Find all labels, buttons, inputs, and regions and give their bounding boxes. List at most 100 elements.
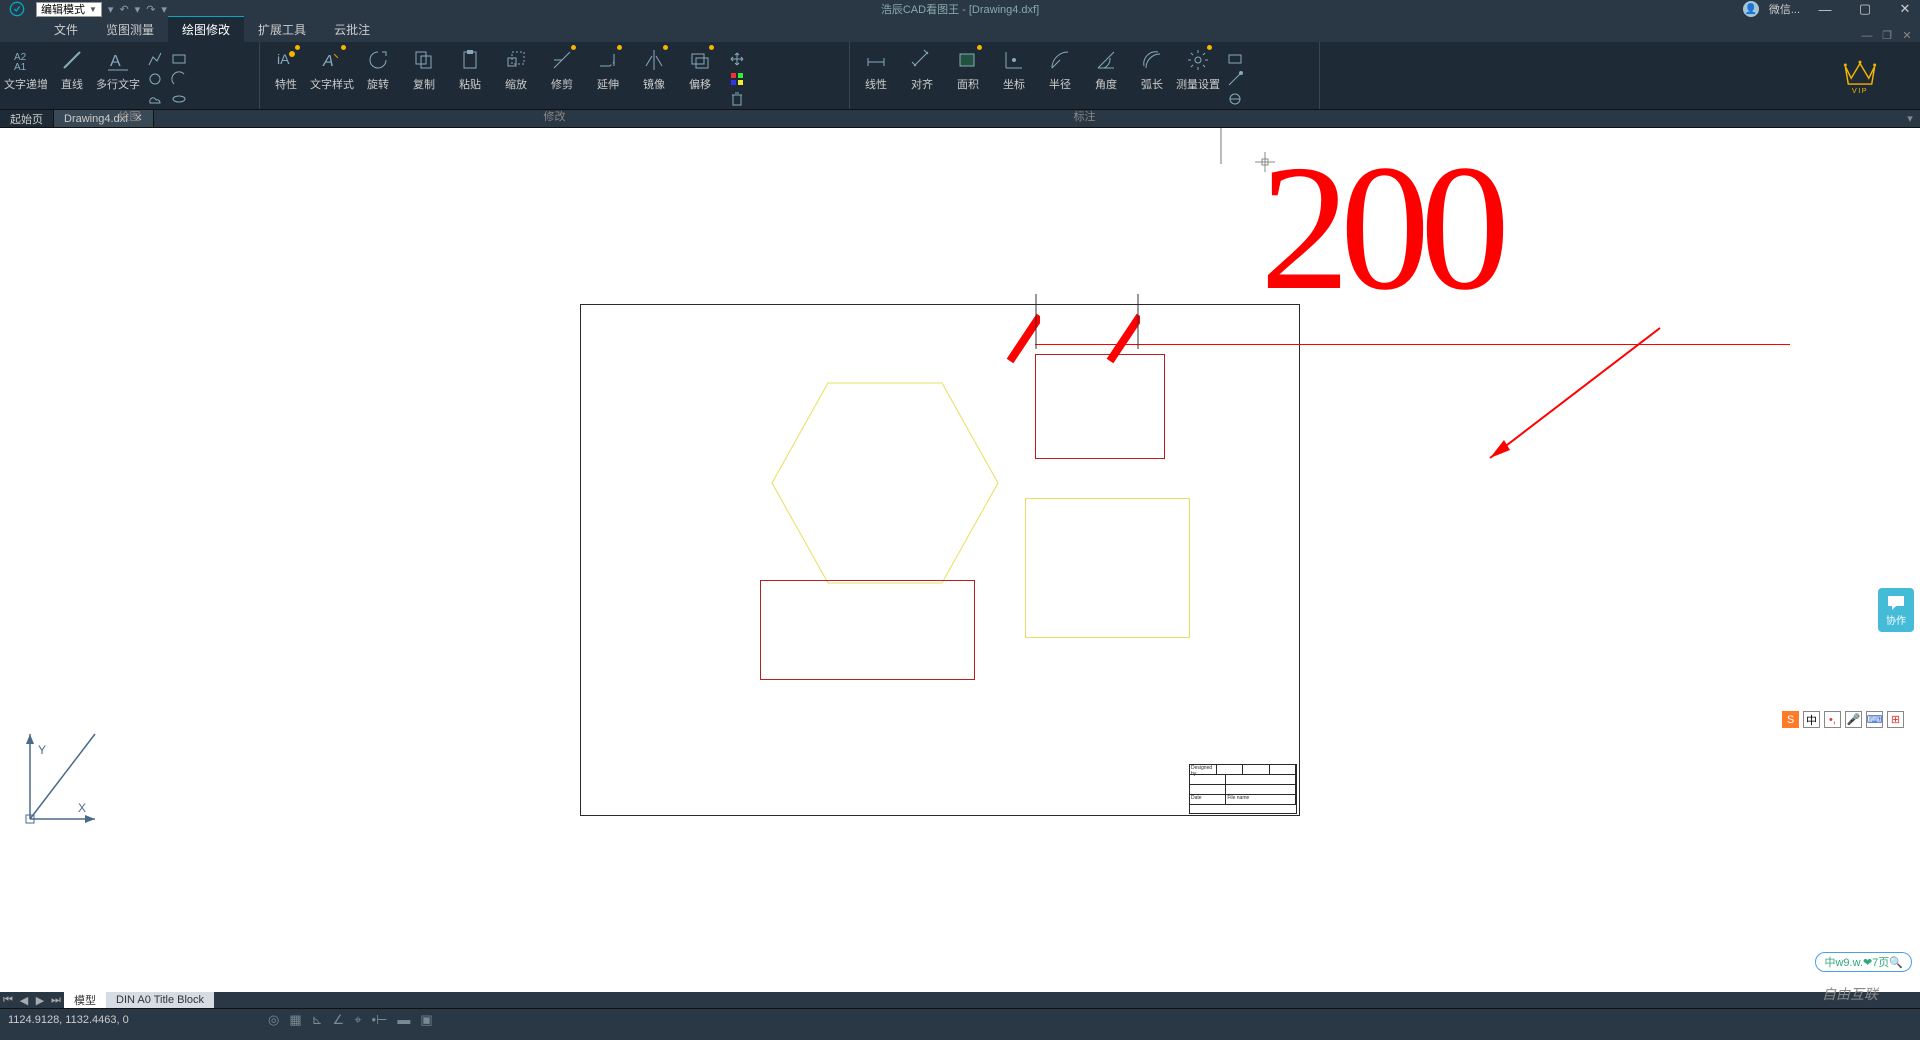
btn-dim-ordinate[interactable]: 坐标 <box>994 46 1034 92</box>
btn-dim-radius[interactable]: 半径 <box>1040 46 1080 92</box>
mtext-icon: A <box>104 46 132 74</box>
close-button[interactable]: ✕ <box>1890 0 1920 18</box>
dim-ext-line-1 <box>1032 294 1040 349</box>
btn-dim-linear[interactable]: 线性 <box>856 46 896 92</box>
model-layout-bar: ⏮ ◀ ▶ ⏭ 模型 DIN A0 Title Block 自由互联 <box>0 992 1920 1008</box>
menu-tab-extensions[interactable]: 扩展工具 <box>244 17 320 42</box>
sb-lineweight-icon[interactable]: ▬ <box>397 1012 410 1028</box>
maximize-button[interactable]: ▢ <box>1850 0 1880 18</box>
layout-first-icon[interactable]: ⏮ <box>0 994 16 1007</box>
rotate-icon <box>364 46 392 74</box>
collaboration-button[interactable]: 协作 <box>1878 588 1914 632</box>
dim-ordinate-icon <box>1000 46 1028 74</box>
qat-redo-drop-icon[interactable]: ▾ <box>161 3 167 16</box>
btn-text-style[interactable]: A 文字样式 <box>312 46 352 92</box>
menu-tab-view-measure[interactable]: 览图测量 <box>92 17 168 42</box>
layout-last-icon[interactable]: ⏭ <box>48 994 64 1007</box>
arc-icon[interactable] <box>168 70 190 88</box>
line-icon <box>58 46 86 74</box>
sub-close-icon[interactable]: ✕ <box>1898 29 1916 42</box>
ime-lang[interactable]: 中 <box>1803 711 1820 728</box>
drawing-canvas[interactable]: Designed by DateFile name 200 Y X <box>0 128 1920 992</box>
btn-copy[interactable]: 复制 <box>404 46 444 92</box>
sub-minimize-icon[interactable]: — <box>1858 30 1876 42</box>
btn-extend[interactable]: 延伸 <box>588 46 628 92</box>
cloud-icon[interactable] <box>144 90 166 108</box>
dim-angle-icon <box>1092 46 1120 74</box>
btn-properties[interactable]: iA 特性 <box>266 46 306 92</box>
copy-icon <box>410 46 438 74</box>
model-tab[interactable]: 模型 <box>64 992 106 1008</box>
doctabs-dropdown-icon[interactable]: ▾ <box>1900 112 1920 125</box>
ime-grid-icon[interactable]: ⊞ <box>1887 711 1904 728</box>
page-watermark-badge: 中w9.w.❤7页🔍 <box>1815 952 1912 972</box>
color-icon[interactable] <box>726 70 748 88</box>
qat-undo-icon[interactable]: ↶ <box>119 3 128 16</box>
btn-trim[interactable]: 修剪 <box>542 46 582 92</box>
qat-dropdown-icon[interactable]: ▾ <box>108 3 114 16</box>
btn-mirror[interactable]: 镜像 <box>634 46 674 92</box>
btn-measure-settings[interactable]: 测量设置 <box>1178 46 1218 92</box>
move-icon[interactable] <box>726 50 748 68</box>
circle-icon[interactable] <box>144 70 166 88</box>
dim-tool-3-icon[interactable] <box>1224 90 1246 108</box>
layout-prev-icon[interactable]: ◀ <box>16 994 32 1007</box>
sb-osnap-icon[interactable]: ⌖ <box>354 1012 361 1028</box>
draw-small-tools <box>144 46 190 108</box>
minimize-button[interactable]: — <box>1810 0 1840 18</box>
sub-restore-icon[interactable]: ❐ <box>1878 29 1896 42</box>
btn-dim-angle[interactable]: 角度 <box>1086 46 1126 92</box>
user-avatar-icon[interactable]: 👤 <box>1743 1 1759 17</box>
btn-line[interactable]: 直线 <box>52 46 92 92</box>
mode-select[interactable]: 编辑模式 <box>36 2 102 17</box>
qat-undo-drop-icon[interactable]: ▾ <box>135 3 141 16</box>
paste-icon <box>456 46 484 74</box>
menu-tab-draw-modify[interactable]: 绘图修改 <box>168 16 244 42</box>
btn-dim-arc[interactable]: 弧长 <box>1132 46 1172 92</box>
dim-tool-1-icon[interactable] <box>1224 50 1246 68</box>
btn-paste[interactable]: 粘贴 <box>450 46 490 92</box>
dim-area-icon <box>954 46 982 74</box>
share-wechat[interactable]: 微信... <box>1769 1 1800 17</box>
ellipse-icon[interactable] <box>168 90 190 108</box>
menu-tab-file[interactable]: 文件 <box>40 17 92 42</box>
ime-logo[interactable]: S <box>1782 711 1799 728</box>
coordinates-display: 1124.9128, 1132.4463, 0 <box>8 1014 188 1026</box>
btn-rotate[interactable]: 旋转 <box>358 46 398 92</box>
sb-ortho-icon[interactable]: ⊾ <box>312 1012 323 1028</box>
dim-small-tools <box>1224 46 1246 108</box>
svg-text:A1: A1 <box>14 62 27 72</box>
dim-tool-2-icon[interactable] <box>1224 70 1246 88</box>
sb-snap-icon[interactable]: ◎ <box>268 1012 279 1028</box>
sb-model-icon[interactable]: ▣ <box>420 1012 432 1028</box>
dim-linear-icon <box>862 46 890 74</box>
ribbon-group-dimension: 线性 对齐 面积 坐标 半径 角度 <box>850 42 1320 109</box>
svg-text:iA: iA <box>277 51 290 67</box>
btn-text-increment[interactable]: A2A1 文字递增 <box>6 46 46 92</box>
menu-tab-cloud-annotate[interactable]: 云批注 <box>320 17 384 42</box>
settings-icon <box>1184 46 1212 74</box>
scale-icon <box>502 46 530 74</box>
btn-dim-area[interactable]: 面积 <box>948 46 988 92</box>
delete-icon[interactable] <box>726 90 748 108</box>
app-logo-icon[interactable] <box>0 0 34 18</box>
sb-polar-icon[interactable]: ∠ <box>333 1012 345 1028</box>
ime-keyboard-icon[interactable]: ⌨ <box>1866 711 1883 728</box>
polyline-icon[interactable] <box>144 50 166 68</box>
btn-dim-aligned[interactable]: 对齐 <box>902 46 942 92</box>
vip-badge[interactable]: VIP <box>1800 42 1920 109</box>
text-increment-icon: A2A1 <box>12 46 40 74</box>
layout-next-icon[interactable]: ▶ <box>32 994 48 1007</box>
btn-scale[interactable]: 缩放 <box>496 46 536 92</box>
btn-mtext[interactable]: A 多行文字 <box>98 46 138 92</box>
sb-track-icon[interactable]: •⊢ <box>372 1012 388 1028</box>
btn-offset[interactable]: 偏移 <box>680 46 720 92</box>
sb-grid-icon[interactable]: ▦ <box>289 1012 301 1028</box>
red-rect-large <box>760 580 975 680</box>
layout-tab-din-a0[interactable]: DIN A0 Title Block <box>106 992 214 1008</box>
rect-icon[interactable] <box>168 50 190 68</box>
qat-redo-icon[interactable]: ↷ <box>146 3 155 16</box>
ime-voice-icon[interactable]: 🎤 <box>1845 711 1862 728</box>
ime-punct[interactable]: •, <box>1824 711 1841 728</box>
ucs-axis-icon: Y X <box>20 724 100 824</box>
